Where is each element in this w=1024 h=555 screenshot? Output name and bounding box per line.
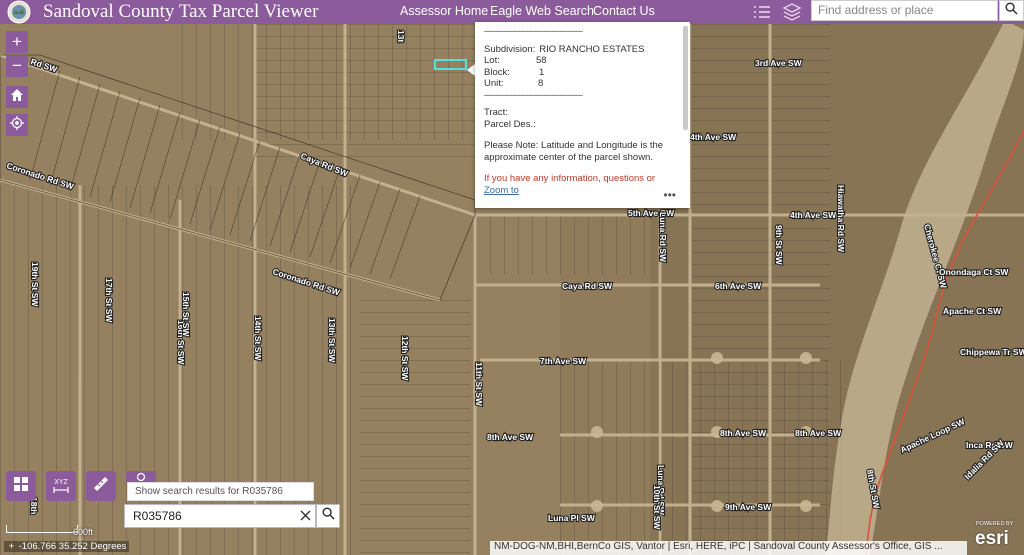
county-seal-logo: [6, 0, 32, 24]
more-options-icon[interactable]: •••: [663, 188, 676, 202]
lot-label: Lot:: [484, 55, 500, 66]
street-label: 14th St SW: [253, 316, 263, 361]
nav-eagle-web-search[interactable]: Eagle Web Search: [490, 4, 594, 18]
grid-icon: [13, 476, 29, 497]
search-button[interactable]: [999, 0, 1024, 21]
street-label: Onondaga Ct SW: [939, 267, 1009, 277]
lat-long-note: Please Note: Latitude and Longitude is t…: [484, 140, 664, 163]
zoom-to-link[interactable]: Zoom to: [484, 185, 684, 197]
street-label: 9th St SW: [774, 225, 784, 266]
street-label: 11th St SW: [474, 362, 484, 407]
locate-icon: [10, 115, 24, 135]
unit-value: 8: [538, 78, 544, 89]
nav-assessor-home[interactable]: Assessor Home: [400, 4, 488, 18]
street-label: 8th Ave SW: [487, 432, 534, 442]
street-label: Hiawatha Rd SW: [836, 185, 846, 253]
street-label: Luna Pl SW: [548, 513, 596, 523]
street-label: Caya Rd SW: [562, 281, 613, 291]
info-text: If you have any information, questions o…: [484, 173, 656, 184]
coordinate-value: -106.766 35.252 Degrees: [18, 541, 127, 552]
street-label: 4th Ave SW: [790, 210, 837, 220]
street-label: 6th Ave SW: [715, 281, 762, 291]
home-icon: [10, 87, 24, 107]
lot-row: Lot: 58: [484, 55, 684, 67]
block-value: 1: [539, 66, 545, 78]
layers-icon[interactable]: [779, 0, 805, 24]
street-label: 19th St SW: [30, 262, 40, 307]
street-label: 9th Ave SW: [725, 502, 772, 512]
subdivision-label: Subdivision:: [484, 43, 536, 55]
street-label: 8th Ave SW: [720, 428, 767, 438]
popup-pointer: [467, 64, 475, 76]
app-header: Sandoval County Tax Parcel Viewer Assess…: [0, 0, 1024, 24]
street-label: Luna Rd SW: [658, 212, 668, 263]
search-results-tip[interactable]: Show search results for R035786: [127, 482, 314, 501]
lot-value: 58: [536, 55, 547, 66]
scale-label: 600ft: [73, 527, 94, 537]
crosshair-icon: +: [8, 541, 15, 552]
street-label: 10th St SW: [652, 485, 662, 530]
measure-button[interactable]: [86, 471, 116, 501]
parcel-des-label: Parcel Des.:: [484, 118, 536, 130]
esri-logo: POWERED BY esri: [972, 521, 1022, 553]
street-label: 12th St SW: [400, 336, 410, 381]
subdivision-value: RIO RANCHO ESTATES: [539, 43, 645, 55]
street-label: 13th St SW: [327, 318, 337, 363]
popup-separator: -------------------------------------: [484, 26, 583, 37]
nav-contact-us[interactable]: Contact Us: [593, 4, 655, 18]
unit-label: Unit:: [484, 78, 504, 89]
search-input[interactable]: Find address or place: [811, 0, 998, 21]
zoom-out-button[interactable]: −: [6, 55, 28, 77]
xyz-icon: XYZ: [53, 479, 69, 494]
street-label: 4th Ave SW: [690, 132, 737, 142]
map-attribution: NM-DOG-NM,BHI,BernCo GIS, Vantor | Esri,…: [490, 541, 967, 555]
tract-label: Tract:: [484, 107, 508, 118]
zoom-out-icon: −: [12, 56, 22, 75]
street-label: 8th Ave SW: [795, 428, 842, 438]
locate-button[interactable]: [6, 114, 28, 136]
street-label: 17th St SW: [104, 278, 114, 323]
grid-button[interactable]: [6, 471, 36, 501]
subdivision-row: Subdivision: RIO RANCHO ESTATES: [484, 44, 684, 56]
street-label: 13t: [396, 30, 406, 42]
popup-separator: -------------------------------------: [484, 89, 583, 101]
street-label: 7th Ave SW: [540, 356, 587, 366]
list-icon[interactable]: [749, 0, 775, 24]
app-title: Sandoval County Tax Parcel Viewer: [43, 1, 319, 22]
street-label: 3rd Ave SW: [755, 58, 803, 68]
search-icon: [321, 507, 335, 525]
home-button[interactable]: [6, 86, 28, 108]
block-label: Block:: [484, 66, 510, 78]
street-label: 15th St SW: [181, 292, 191, 337]
search-icon: [1005, 1, 1018, 20]
street-label: Apache Ct SW: [943, 306, 1002, 316]
scale-bar: [6, 525, 78, 533]
measure-icon: [92, 475, 110, 498]
parcel-popup[interactable]: ------------------------------------- Su…: [475, 22, 690, 208]
popup-scrollbar[interactable]: [683, 26, 688, 130]
street-label: Chippewa Tr SW: [960, 347, 1024, 357]
zoom-in-button[interactable]: +: [6, 31, 28, 53]
unit-row: Unit: 8: [484, 78, 684, 90]
parcel-search-button[interactable]: [316, 504, 340, 528]
clear-icon: [300, 508, 311, 525]
xyz-label: XYZ: [54, 478, 68, 486]
parcel-search-input[interactable]: R035786: [124, 504, 316, 528]
zoom-in-icon: +: [12, 32, 22, 51]
block-row: Block: 1: [484, 67, 684, 79]
coordinate-readout: + -106.766 35.252 Degrees: [4, 541, 130, 552]
selected-parcel-highlight: [434, 59, 467, 70]
esri-powered-label: POWERED BY: [976, 521, 1014, 527]
xyz-coordinate-button[interactable]: XYZ: [46, 471, 76, 501]
clear-search-button[interactable]: [294, 505, 316, 527]
esri-wordmark: esri: [975, 528, 1009, 549]
